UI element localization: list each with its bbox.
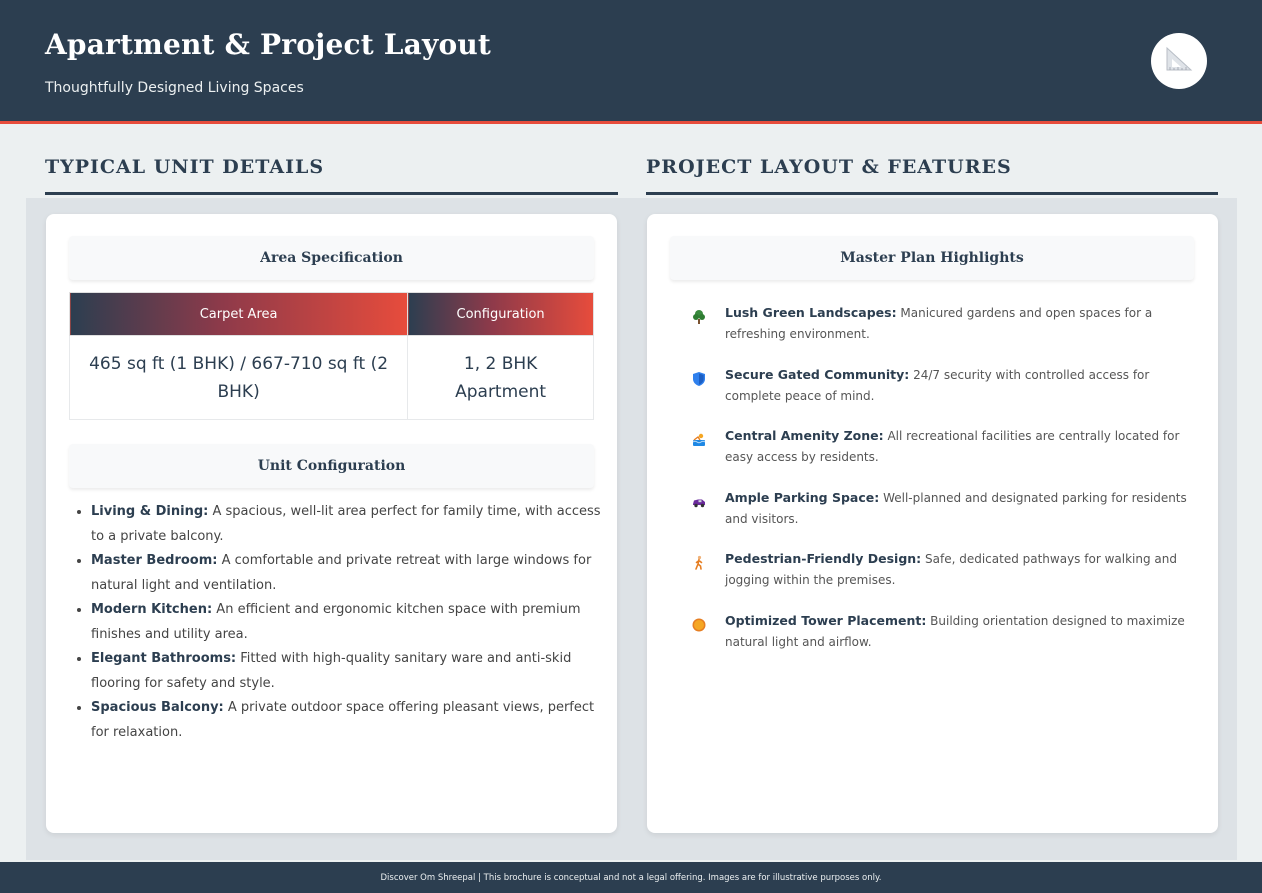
feature-label: Central Amenity Zone: bbox=[725, 428, 884, 443]
list-item: Secure Gated Community: 24/7 security wi… bbox=[673, 364, 1193, 426]
list-item: Optimized Tower Placement: Building orie… bbox=[673, 610, 1193, 672]
list-item: Elegant Bathrooms: Fitted with high-qual… bbox=[91, 647, 601, 696]
list-item: Ample Parking Space: Well-planned and de… bbox=[673, 487, 1193, 549]
table-cell-carpet-area: 465 sq ft (1 BHK) / 667-710 sq ft (2 BHK… bbox=[68, 335, 409, 420]
car-icon bbox=[673, 487, 725, 510]
unit-configuration-list: Living & Dining: A spacious, well-lit ar… bbox=[91, 500, 601, 745]
feature-label: Optimized Tower Placement: bbox=[725, 612, 927, 628]
feature-label: Pedestrian-Friendly Design: bbox=[725, 551, 922, 566]
section-title-project-layout: PROJECT LAYOUT & FEATURES bbox=[646, 156, 1012, 178]
section-divider bbox=[45, 192, 618, 195]
set-square-icon bbox=[1164, 44, 1194, 78]
area-specification-heading: Area Specification bbox=[69, 236, 594, 280]
page-subtitle: Thoughtfully Designed Living Spaces bbox=[45, 80, 304, 96]
master-plan-heading: Master Plan Highlights bbox=[670, 236, 1194, 280]
page-footer: Discover Om Shreepal | This brochure is … bbox=[0, 862, 1262, 893]
list-item-label: Master Bedroom: bbox=[91, 553, 218, 568]
section-title-unit-details: TYPICAL UNIT DETAILS bbox=[45, 156, 325, 178]
walking-person-icon bbox=[673, 548, 725, 571]
feature-label: Secure Gated Community: bbox=[725, 366, 910, 382]
list-item: Spacious Balcony: A private outdoor spac… bbox=[91, 696, 601, 745]
page-title: Apartment & Project Layout bbox=[45, 28, 492, 61]
list-item-label: Spacious Balcony: bbox=[91, 700, 224, 715]
list-item: Pedestrian-Friendly Design: Safe, dedica… bbox=[673, 548, 1193, 610]
pool-icon bbox=[673, 425, 725, 448]
list-item: Modern Kitchen: An efficient and ergonom… bbox=[91, 598, 601, 647]
unit-details-card: Area Specification Carpet Area Configura… bbox=[46, 214, 617, 833]
list-item: Central Amenity Zone: All recreational f… bbox=[673, 425, 1193, 487]
footer-disclaimer: Discover Om Shreepal | This brochure is … bbox=[380, 872, 882, 883]
shield-icon bbox=[673, 364, 725, 387]
section-divider bbox=[646, 192, 1218, 195]
table-row: 465 sq ft (1 BHK) / 667-710 sq ft (2 BHK… bbox=[68, 335, 594, 420]
table-header-row: Carpet Area Configuration bbox=[68, 292, 594, 336]
list-item: Master Bedroom: A comfortable and privat… bbox=[91, 549, 601, 598]
list-item: Lush Green Landscapes: Manicured gardens… bbox=[673, 302, 1193, 364]
sun-icon bbox=[673, 610, 725, 633]
feature-label: Lush Green Landscapes: bbox=[725, 305, 897, 320]
tree-icon bbox=[673, 302, 725, 325]
table-cell-configuration: 1, 2 BHK Apartment bbox=[407, 335, 594, 420]
project-layout-card: Master Plan Highlights Lush Green Landsc… bbox=[647, 214, 1218, 833]
list-item-label: Elegant Bathrooms: bbox=[91, 651, 237, 666]
unit-configuration-heading: Unit Configuration bbox=[69, 444, 594, 488]
list-item-label: Living & Dining: bbox=[91, 504, 209, 519]
feature-list: Lush Green Landscapes: Manicured gardens… bbox=[673, 302, 1193, 671]
list-item-label: Modern Kitchen: bbox=[91, 602, 213, 617]
table-header-carpet-area: Carpet Area bbox=[68, 292, 409, 336]
header-logo bbox=[1151, 33, 1207, 89]
feature-label: Ample Parking Space: bbox=[725, 489, 880, 505]
area-spec-table: Carpet Area Configuration 465 sq ft (1 B… bbox=[68, 292, 594, 420]
page-header: Apartment & Project Layout Thoughtfully … bbox=[0, 0, 1262, 124]
table-header-configuration: Configuration bbox=[407, 292, 594, 336]
list-item: Living & Dining: A spacious, well-lit ar… bbox=[91, 500, 601, 549]
